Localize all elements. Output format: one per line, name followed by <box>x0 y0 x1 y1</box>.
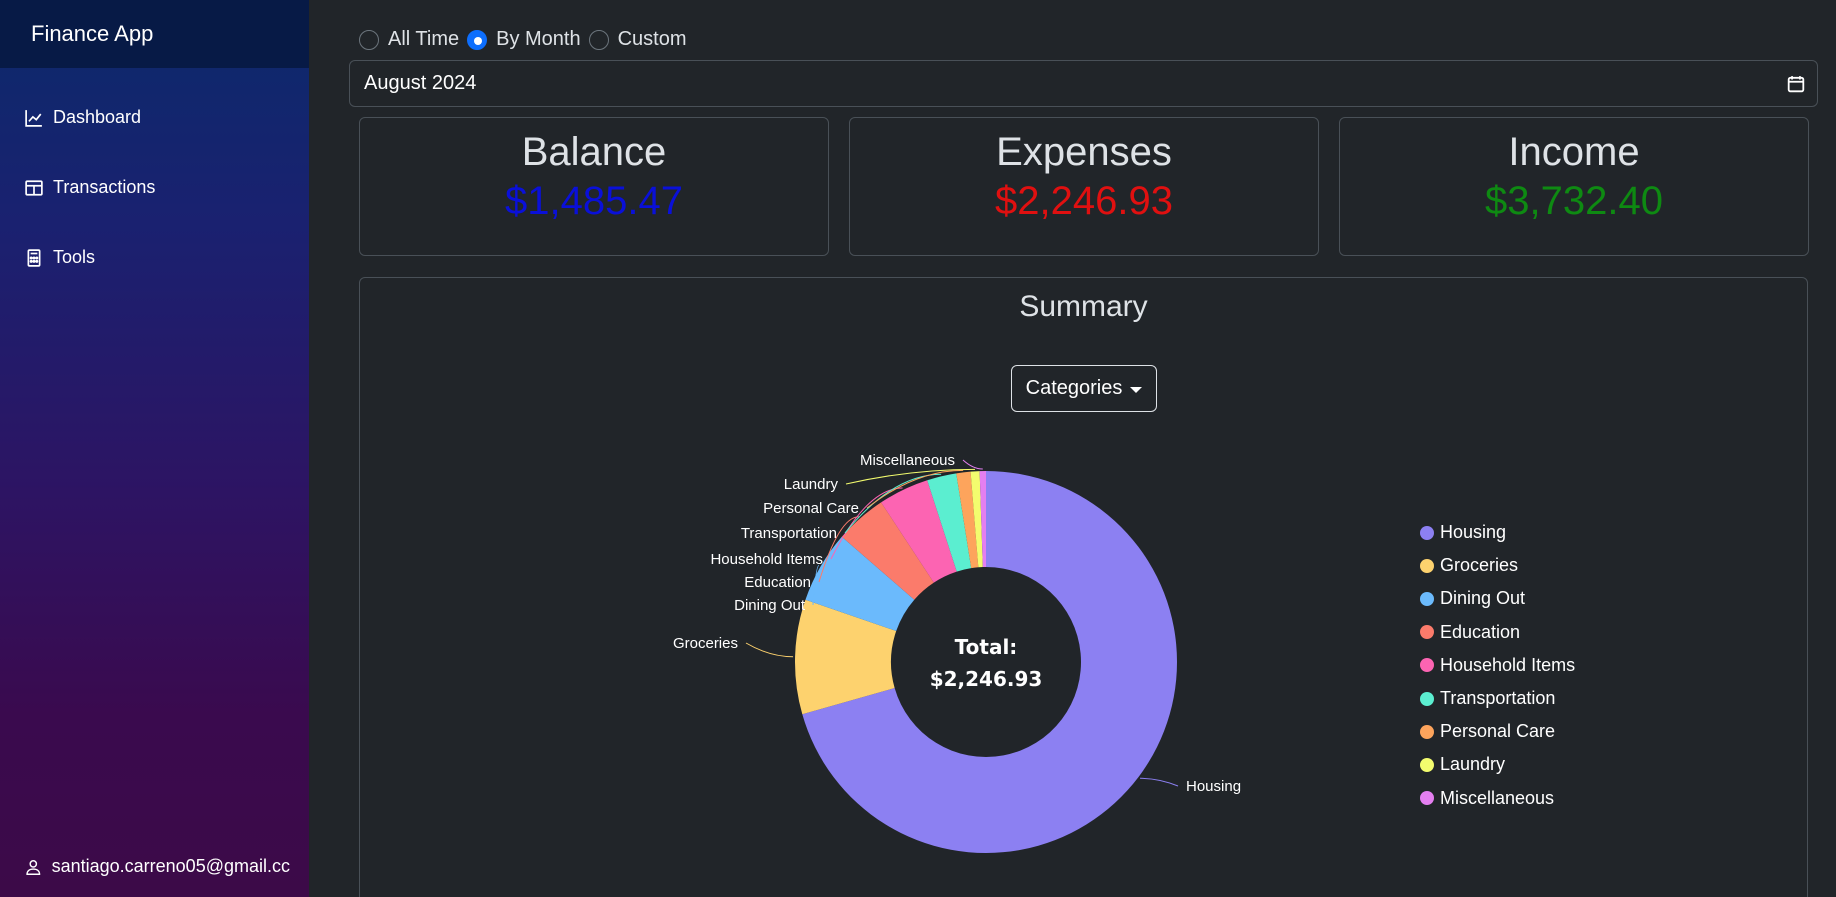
legend-item-dining-out[interactable]: Dining Out <box>1420 582 1575 615</box>
legend-label: Laundry <box>1440 754 1506 775</box>
sidebar: Finance App Dashboard Transactions Tools… <box>0 0 309 897</box>
legend-swatch <box>1420 558 1434 573</box>
legend-item-transportation[interactable]: Transportation <box>1420 682 1575 715</box>
legend-label: Groceries <box>1440 555 1519 576</box>
legend-swatch <box>1420 625 1434 640</box>
balance-value: $1,485.47 <box>505 179 683 223</box>
legend-label: Dining Out <box>1440 588 1526 609</box>
leader-line-housing <box>1140 777 1179 787</box>
radio-label: Custom <box>617 28 687 50</box>
slice-label-housing: Housing <box>1186 778 1241 795</box>
balance-card: Balance $1,485.47 <box>359 117 829 256</box>
expenses-value: $2,246.93 <box>995 179 1173 223</box>
sidebar-item-tools[interactable]: Tools <box>25 247 95 268</box>
legend-item-education[interactable]: Education <box>1420 616 1575 649</box>
legend-swatch <box>1420 658 1434 673</box>
user-email: santiago.carreno05@gmail.cc <box>51 856 290 876</box>
slice-label-laundry: Laundry <box>784 476 839 493</box>
slice-label-personal-care: Personal Care <box>763 500 859 517</box>
legend-item-laundry[interactable]: Laundry <box>1420 748 1575 781</box>
period-filter: All Time By Month Custom <box>359 28 695 51</box>
center-total-value: $2,246.93 <box>930 667 1043 691</box>
month-value: August 2024 <box>364 72 477 94</box>
table-icon <box>25 179 43 196</box>
income-card: Income $3,732.40 <box>1339 117 1809 256</box>
legend-label: Education <box>1440 621 1521 642</box>
legend-item-housing[interactable]: Housing <box>1420 516 1575 549</box>
legend-item-groceries[interactable]: Groceries <box>1420 549 1575 582</box>
radio-label: All Time <box>388 28 460 50</box>
legend-item-household-items[interactable]: Household Items <box>1420 649 1575 682</box>
legend-swatch <box>1420 691 1434 706</box>
sidebar-item-label: Dashboard <box>53 107 142 127</box>
radio-circle[interactable] <box>588 29 609 50</box>
sidebar-item-label: Tools <box>53 247 96 267</box>
legend-swatch <box>1420 791 1434 806</box>
slice-label-dining-out: Dining Out <box>734 597 806 614</box>
income-title: Income <box>1508 130 1640 174</box>
radio-label: By Month <box>496 28 581 50</box>
expenses-title: Expenses <box>996 130 1172 174</box>
legend-swatch <box>1420 591 1434 606</box>
slice-label-miscellaneous: Miscellaneous <box>860 452 955 469</box>
slice-label-education: Education <box>744 574 811 591</box>
sidebar-item-dashboard[interactable]: Dashboard <box>25 107 141 128</box>
expenses-card: Expenses $2,246.93 <box>849 117 1319 256</box>
legend-item-miscellaneous[interactable]: Miscellaneous <box>1420 782 1575 815</box>
legend-label: Personal Care <box>1440 721 1556 742</box>
slice-label-household-items: Household Items <box>710 551 823 568</box>
sidebar-item-transactions[interactable]: Transactions <box>25 177 155 198</box>
month-input[interactable]: August 2024 <box>349 60 1818 107</box>
center-total-label: Total: <box>955 635 1018 659</box>
income-value: $3,732.40 <box>1485 179 1663 223</box>
radio-custom[interactable]: Custom <box>588 28 687 51</box>
legend-label: Housing <box>1440 522 1507 543</box>
radio-by-month[interactable]: By Month <box>467 28 581 51</box>
chart-legend: Housing Groceries Dining Out Education House… <box>1420 516 1575 815</box>
sidebar-item-label: Transactions <box>53 177 156 197</box>
legend-label: Miscellaneous <box>1440 787 1555 808</box>
legend-swatch <box>1420 525 1434 540</box>
legend-item-personal-care[interactable]: Personal Care <box>1420 715 1575 748</box>
person-icon <box>26 859 41 875</box>
user-account[interactable]: santiago.carreno05@gmail.cc <box>25 856 290 877</box>
radio-circle-selected[interactable] <box>467 29 488 50</box>
leader-line-groceries <box>745 642 794 658</box>
legend-swatch <box>1420 724 1434 739</box>
calculator-icon <box>27 248 41 267</box>
balance-title: Balance <box>521 130 667 174</box>
main-content: All Time By Month Custom August 2024 Bal… <box>309 0 1836 897</box>
legend-swatch <box>1420 757 1434 772</box>
calendar-icon[interactable] <box>1787 75 1805 93</box>
legend-label: Household Items <box>1440 654 1576 675</box>
slice-label-groceries: Groceries <box>673 635 738 652</box>
line-chart-icon <box>25 109 42 127</box>
summary-panel: Summary Categories Housing Groceries Dinin… <box>359 277 1808 897</box>
radio-all-time[interactable]: All Time <box>359 28 459 51</box>
expenses-donut-chart: Housing Groceries Dining Out Education House… <box>673 452 1241 853</box>
radio-circle[interactable] <box>359 29 379 50</box>
app-title: Finance App <box>0 0 309 68</box>
legend-label: Transportation <box>1440 688 1556 709</box>
slice-label-transportation: Transportation <box>741 525 837 542</box>
leader-line-miscellaneous <box>962 459 983 470</box>
